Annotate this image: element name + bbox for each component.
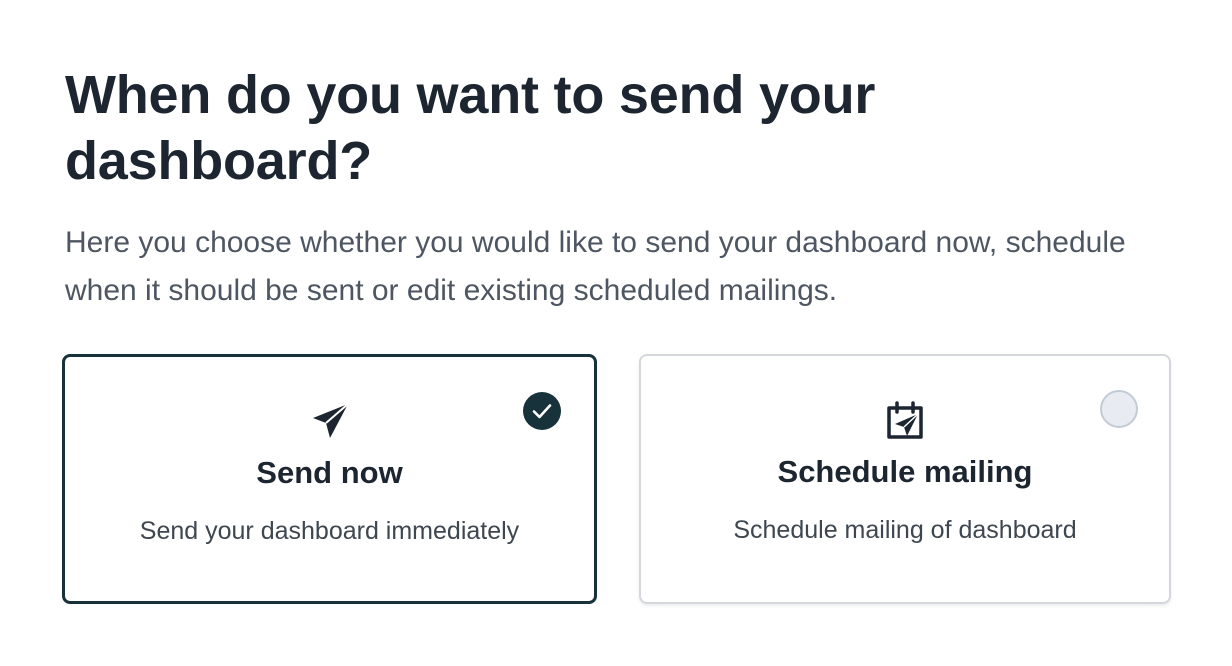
- option-title: Send now: [256, 455, 403, 490]
- send-now-option[interactable]: Send now Send your dashboard immediately: [62, 354, 597, 604]
- page-description: Here you choose whether you would like t…: [65, 226, 1126, 307]
- option-description: Send your dashboard immediately: [139, 517, 520, 545]
- option-description: Schedule mailing of dashboard: [733, 516, 1077, 544]
- page-title: When do you want to send your dashboard?: [65, 65, 876, 191]
- unselected-radio-icon: [1100, 390, 1138, 428]
- calendar-plane-icon: [885, 400, 925, 440]
- paper-plane-icon: [310, 401, 350, 441]
- option-title: Schedule mailing: [777, 454, 1033, 489]
- send-options: Send now Send your dashboard immediately…: [62, 354, 1172, 604]
- selected-check-icon: [523, 392, 561, 430]
- schedule-mailing-option[interactable]: Schedule mailing Schedule mailing of das…: [639, 354, 1171, 604]
- send-dashboard-page: When do you want to send your dashboard?…: [62, 62, 1175, 604]
